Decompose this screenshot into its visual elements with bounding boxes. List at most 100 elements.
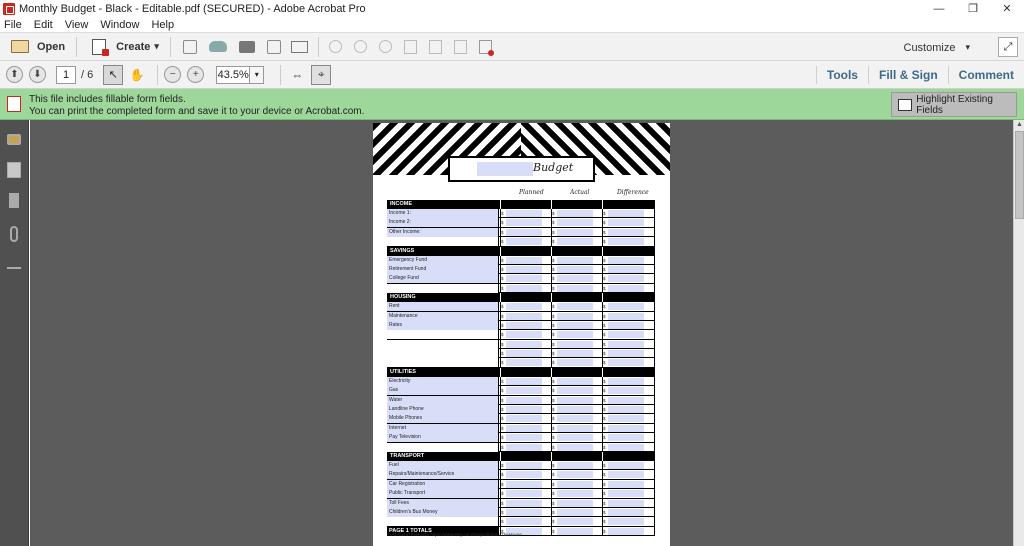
- row-label-field[interactable]: [387, 283, 499, 293]
- comment-reply-icon[interactable]: [378, 40, 392, 53]
- amount-field[interactable]: [608, 210, 644, 217]
- tab-tools[interactable]: Tools: [815, 66, 868, 84]
- row-label-field[interactable]: [387, 349, 499, 359]
- amount-field[interactable]: [557, 340, 593, 348]
- row-label-field[interactable]: Mobile Phones: [387, 414, 499, 424]
- amount-field[interactable]: [557, 312, 593, 320]
- amount-field[interactable]: [608, 256, 644, 264]
- minimize-button[interactable]: —: [922, 0, 956, 17]
- amount-field[interactable]: [557, 406, 593, 414]
- menu-help[interactable]: Help: [151, 19, 174, 31]
- row-label-field[interactable]: [387, 339, 499, 349]
- next-page-button[interactable]: ⬇: [29, 66, 46, 83]
- amount-field[interactable]: [557, 424, 593, 432]
- amount-field[interactable]: [557, 396, 593, 404]
- amount-field[interactable]: [608, 461, 644, 469]
- amount-field[interactable]: [557, 480, 593, 488]
- amount-field[interactable]: [506, 406, 542, 414]
- amount-field[interactable]: [608, 480, 644, 488]
- title-form-field[interactable]: [477, 162, 533, 176]
- previous-page-button[interactable]: ⬆: [6, 66, 23, 83]
- vertical-scrollbar[interactable]: ▲: [1013, 120, 1024, 546]
- amount-field[interactable]: [608, 312, 644, 320]
- attachment-clip-icon[interactable]: [10, 226, 18, 242]
- highlight-fields-button[interactable]: Highlight Existing Fields: [891, 92, 1017, 117]
- row-label-field[interactable]: Repairs/Maintenance/Service: [387, 470, 499, 480]
- amount-field[interactable]: [557, 210, 593, 217]
- amount-field[interactable]: [506, 480, 542, 488]
- amount-field[interactable]: [506, 396, 542, 404]
- page-number-input[interactable]: 1: [56, 65, 76, 84]
- amount-field[interactable]: [506, 256, 542, 264]
- amount-field[interactable]: [608, 443, 644, 451]
- amount-field[interactable]: [506, 415, 542, 423]
- amount-field[interactable]: [608, 303, 644, 311]
- row-label-field[interactable]: Maintenance: [387, 311, 499, 321]
- row-label-field[interactable]: Pay Television: [387, 433, 499, 443]
- amount-field[interactable]: [608, 340, 644, 348]
- amount-field[interactable]: [506, 508, 542, 516]
- row-label-field[interactable]: Retirement Fund: [387, 264, 499, 274]
- amount-field[interactable]: [506, 340, 542, 348]
- amount-field[interactable]: [506, 219, 542, 227]
- select-tool-button[interactable]: ↖: [103, 64, 124, 85]
- amount-field[interactable]: [557, 471, 593, 479]
- amount-field[interactable]: [557, 321, 593, 329]
- hand-tool-button[interactable]: ✋: [127, 65, 147, 85]
- menu-edit[interactable]: Edit: [34, 19, 53, 31]
- customize-button[interactable]: Customize ▾: [904, 33, 971, 62]
- amount-field[interactable]: [608, 219, 644, 227]
- row-label-field[interactable]: [387, 237, 499, 247]
- row-label-field[interactable]: Income 2:: [387, 218, 499, 228]
- amount-field[interactable]: [506, 321, 542, 329]
- zoom-level-input[interactable]: 43.5%: [216, 65, 251, 84]
- row-label-field[interactable]: Car Registration: [387, 479, 499, 489]
- menu-view[interactable]: View: [65, 19, 89, 31]
- amount-field[interactable]: [608, 490, 644, 498]
- menu-file[interactable]: File: [4, 19, 22, 31]
- row-label-field[interactable]: [387, 358, 499, 368]
- upload-cloud-icon[interactable]: [208, 41, 227, 52]
- amount-field[interactable]: [506, 284, 542, 292]
- amount-field[interactable]: [506, 275, 542, 283]
- amount-field[interactable]: [506, 238, 542, 246]
- amount-field[interactable]: [608, 387, 644, 395]
- amount-field[interactable]: [557, 415, 593, 423]
- amount-field[interactable]: [608, 415, 644, 423]
- row-label-field[interactable]: Income 1:: [387, 209, 499, 218]
- amount-field[interactable]: [608, 396, 644, 404]
- amount-field[interactable]: [608, 321, 644, 329]
- amount-field[interactable]: [557, 387, 593, 395]
- amount-field[interactable]: [608, 499, 644, 507]
- email-icon[interactable]: [290, 40, 308, 53]
- bookmark-icon[interactable]: [9, 193, 19, 208]
- amount-field[interactable]: [608, 434, 644, 442]
- scroll-up-icon[interactable]: ▲: [1015, 121, 1024, 131]
- print-icon[interactable]: [238, 40, 255, 53]
- row-label-field[interactable]: Public Transport: [387, 489, 499, 499]
- row-label-field[interactable]: College Fund: [387, 274, 499, 284]
- amount-field[interactable]: [608, 350, 644, 358]
- amount-field[interactable]: [608, 228, 644, 236]
- amount-field[interactable]: [557, 499, 593, 507]
- amount-field[interactable]: [506, 443, 542, 451]
- row-label-field[interactable]: Rent: [387, 302, 499, 312]
- amount-field[interactable]: [608, 331, 644, 339]
- amount-field[interactable]: [506, 434, 542, 442]
- amount-field[interactable]: [557, 508, 593, 516]
- amount-field[interactable]: [557, 303, 593, 311]
- save-icon[interactable]: [182, 39, 197, 54]
- tab-comment[interactable]: Comment: [947, 66, 1024, 84]
- create-button[interactable]: Create ▾: [83, 36, 164, 58]
- amount-field[interactable]: [608, 377, 644, 385]
- row-label-field[interactable]: [387, 330, 499, 340]
- amount-field[interactable]: [608, 406, 644, 414]
- settings-gear-icon[interactable]: [328, 40, 342, 53]
- amount-field[interactable]: [608, 359, 644, 367]
- lock-icon[interactable]: [7, 134, 21, 145]
- amount-field[interactable]: [557, 331, 593, 339]
- amount-field[interactable]: [506, 303, 542, 311]
- amount-field[interactable]: [608, 284, 644, 292]
- amount-field[interactable]: [557, 265, 593, 273]
- amount-field[interactable]: [506, 350, 542, 358]
